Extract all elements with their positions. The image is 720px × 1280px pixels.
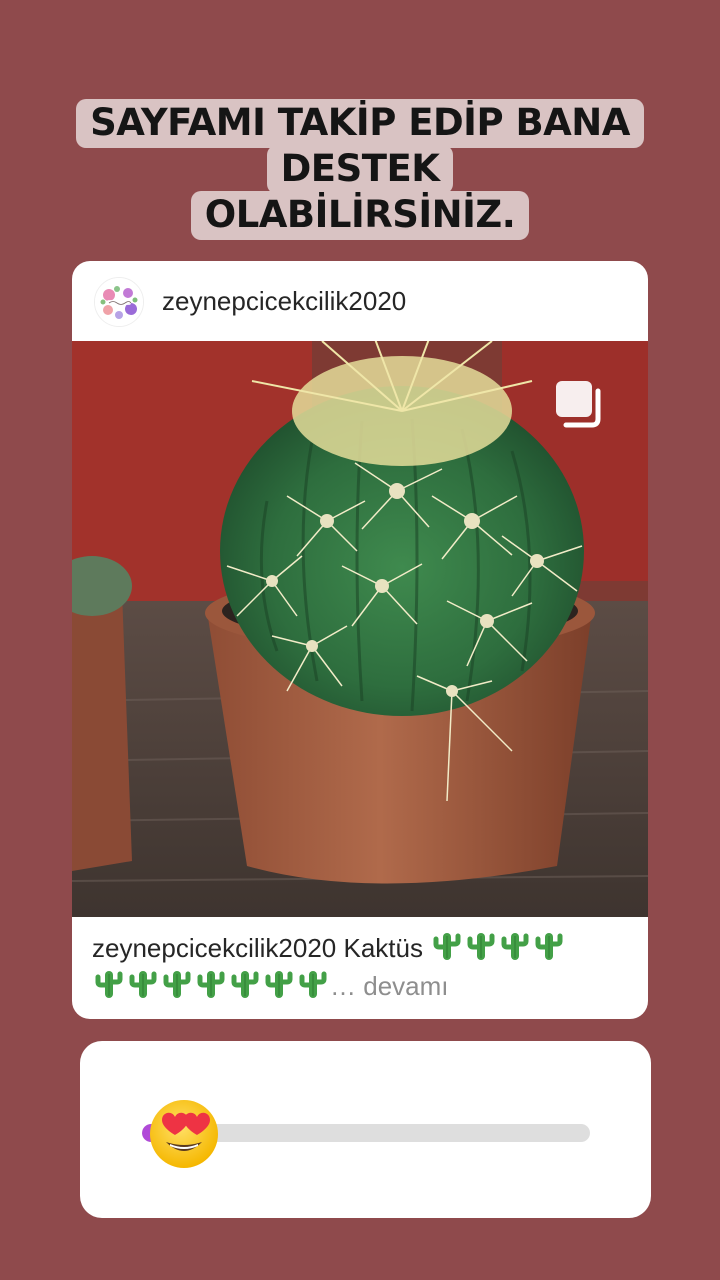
carousel-icon bbox=[556, 381, 601, 428]
post-header[interactable]: zeynepcicekcilik2020 bbox=[72, 261, 648, 341]
caption-ellipsis: … bbox=[330, 971, 356, 1001]
headline-line-1: SAYFAMI TAKİP EDİP BANA DESTEK bbox=[76, 99, 644, 194]
cactus-emoji bbox=[95, 971, 123, 998]
cactus-emoji bbox=[265, 971, 293, 998]
cactus-emoji bbox=[467, 933, 495, 960]
caption-text: Kaktüs bbox=[343, 933, 423, 963]
cactus-in-pot-photo[interactable] bbox=[72, 341, 648, 917]
shared-post-card[interactable]: zeynepcicekcilik2020 zeynepcicekcilik202… bbox=[72, 261, 648, 1019]
cactus-emoji-group-2 bbox=[92, 971, 330, 1001]
emoji-slider-sticker[interactable] bbox=[80, 1041, 651, 1218]
caption-more-link[interactable]: devamı bbox=[363, 971, 448, 1001]
headline-line-2: OLABİLİRSİNİZ. bbox=[190, 191, 530, 240]
cactus-emoji bbox=[433, 933, 461, 960]
cactus-emoji bbox=[535, 933, 563, 960]
cactus-emoji bbox=[501, 933, 529, 960]
cactus-emoji bbox=[163, 971, 191, 998]
flower-logo-icon[interactable] bbox=[94, 277, 144, 327]
cactus-emoji bbox=[129, 971, 157, 998]
heart-eyes-emoji[interactable] bbox=[148, 1098, 220, 1170]
cactus-emoji bbox=[197, 971, 225, 998]
post-username[interactable]: zeynepcicekcilik2020 bbox=[162, 285, 406, 317]
story-headline: SAYFAMI TAKİP EDİP BANA DESTEK OLABİLİRS… bbox=[60, 99, 660, 240]
cactus-emoji bbox=[299, 971, 327, 998]
cactus-emoji-group-1 bbox=[430, 933, 566, 963]
caption-username[interactable]: zeynepcicekcilik2020 bbox=[92, 933, 336, 963]
post-caption[interactable]: zeynepcicekcilik2020 Kaktüs … devamı bbox=[92, 929, 632, 1005]
cactus-emoji bbox=[231, 971, 259, 998]
